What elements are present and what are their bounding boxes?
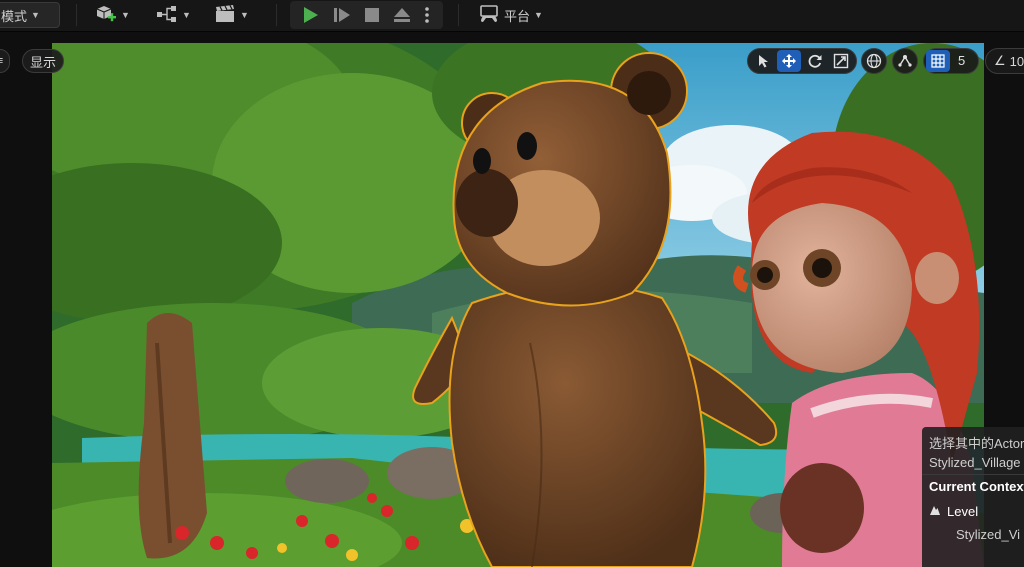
scale-icon[interactable] [829,50,853,72]
add-actor-button[interactable]: ▼ [95,2,130,28]
chevron-down-icon: ▼ [121,10,130,20]
level-value: Stylized_Vi [956,527,1021,542]
mode-dropdown[interactable]: 模式 ▼ [0,2,60,28]
platform-dropdown[interactable]: 平台 ▼ [478,2,543,28]
context-header: Current Context [929,479,1024,494]
cinematics-button[interactable]: ▼ [214,2,249,28]
world-coordinates-icon[interactable] [861,48,887,74]
grid-snap-value[interactable]: 5 [958,53,965,68]
angle-snap-control[interactable]: ∠ 10 [985,48,1024,74]
transform-tools [747,48,857,74]
translate-icon[interactable] [777,50,801,72]
advance-frame-icon[interactable] [328,1,356,29]
show-label: 显示 [29,54,56,70]
select-icon[interactable] [752,50,776,72]
blueprint-button[interactable]: ▼ [156,2,191,28]
more-icon[interactable] [417,1,437,29]
chevron-down-icon: ▼ [534,10,543,20]
toolbar-divider [76,4,77,26]
scene-render[interactable] [52,43,984,567]
toolbar-divider [276,4,277,26]
level-icon [929,504,941,519]
play-icon[interactable] [296,1,324,29]
angle-snap-value: 10 [1009,53,1024,69]
surface-snapping-icon[interactable] [892,48,918,74]
grid-snap-icon[interactable] [926,50,950,72]
main-toolbar: 模式 ▼ ▼ ▼ ▼ 平台 ▼ [0,0,1024,32]
play-controls [290,1,443,29]
selection-info-panel: 选择其中的Actor Stylized_Village Current Cont… [922,427,1024,567]
platform-icon [478,4,500,26]
panel-divider [922,474,1024,475]
level-row[interactable]: Level [929,504,978,519]
platform-label: 平台 [504,8,531,24]
cinematics-icon [214,4,236,27]
chevron-down-icon: ▼ [182,10,191,20]
stop-icon[interactable] [358,1,386,29]
viewport-options-button[interactable]: ≡ [0,49,10,73]
angle-snap-icon: ∠ [994,53,1006,68]
mode-label: 模式 [1,8,28,24]
level-viewport[interactable]: ≡ 显示 5 ∠ 10 选择其中的Actor Styli [0,36,1024,567]
grid-snap-control: 5 [923,48,979,74]
selection-hint: 选择其中的Actor [929,436,1024,451]
menu-icon: ≡ [0,55,3,67]
add-actor-icon [95,4,117,27]
chevron-down-icon: ▼ [240,10,249,20]
eject-icon[interactable] [388,1,416,29]
toolbar-divider [458,4,459,26]
rotate-icon[interactable] [803,50,827,72]
blueprint-icon [156,4,178,27]
level-label: Level [947,504,979,519]
selected-actor-name: Stylized_Village [929,455,1021,470]
show-button[interactable]: 显示 [22,49,64,73]
chevron-down-icon: ▼ [31,10,40,20]
